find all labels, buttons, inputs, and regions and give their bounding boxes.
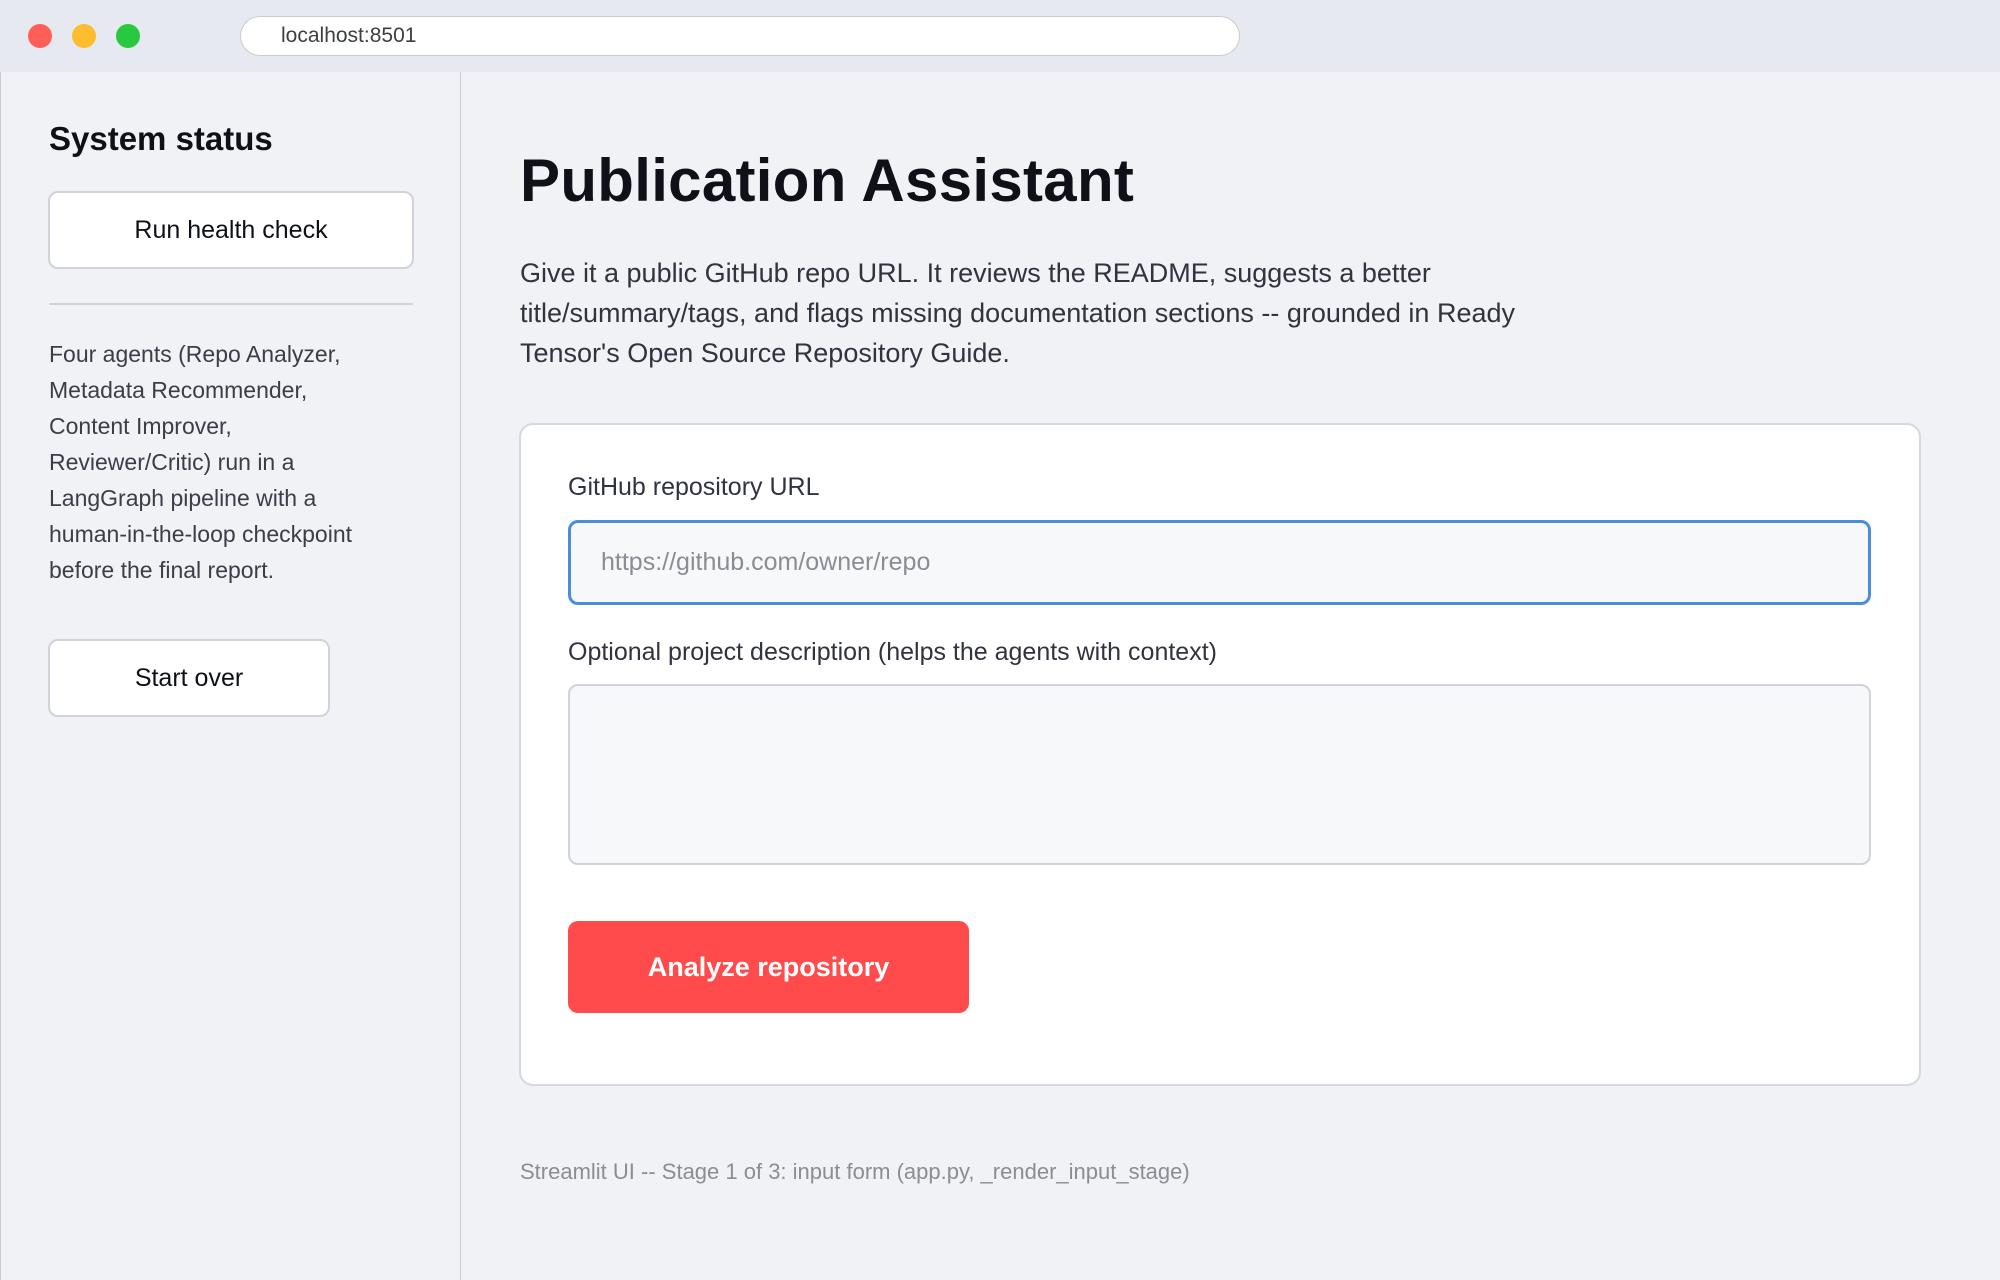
page-intro: Give it a public GitHub repo URL. It rev… [520,258,1515,368]
input-form-card: GitHub repository URL https://github.com… [519,423,1921,1086]
maximize-window-icon[interactable] [116,24,140,48]
minimize-window-icon[interactable] [72,24,96,48]
address-bar-text: localhost:8501 [281,24,417,47]
page-title: Publication Assistant [520,147,1135,214]
sidebar-title: System status [49,120,273,157]
footer-caption: Streamlit UI -- Stage 1 of 3: input form… [520,1159,1190,1184]
sidebar: System status Run health check Four agen… [0,72,461,1280]
start-over-label: Start over [134,663,244,692]
run-health-check-button[interactable]: Run health check [48,191,414,269]
analyze-repository-label: Analyze repository [647,951,890,982]
start-over-button[interactable]: Start over [48,639,330,717]
url-field-label: GitHub repository URL [568,473,820,501]
run-health-check-label: Run health check [134,215,328,244]
project-description-textarea[interactable] [568,684,1871,865]
description-field-label: Optional project description (helps the … [568,638,1217,666]
analyze-repository-button[interactable]: Analyze repository [568,921,969,1013]
browser-chrome: localhost:8501 [0,0,2000,72]
address-bar[interactable]: localhost:8501 [240,16,1240,56]
url-placeholder: https://github.com/owner/repo [601,548,931,576]
sidebar-description: Four agents (Repo Analyzer, Metadata Rec… [49,341,353,583]
github-url-input[interactable]: https://github.com/owner/repo [568,520,1871,605]
sidebar-divider [49,303,413,305]
close-window-icon[interactable] [28,24,52,48]
